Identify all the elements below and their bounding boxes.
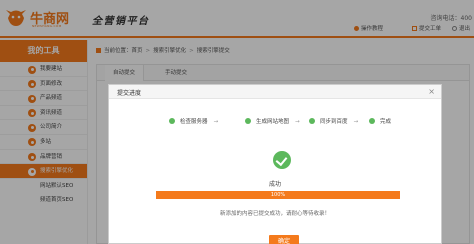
status-text: 成功	[268, 181, 281, 188]
check-dot-icon	[245, 118, 251, 124]
close-icon[interactable]: ×	[428, 87, 435, 97]
progress-bar: 100%	[156, 191, 400, 199]
arrow-right-icon: →	[353, 119, 359, 125]
progress-dialog: 提交进度 × 检查服务器 → 生成网站地图 → 同步到百度 → 完成 成功 100% …	[108, 84, 442, 244]
arrow-right-icon: →	[295, 119, 300, 125]
step-complete: 完成	[369, 117, 391, 125]
arrow-right-icon: →	[213, 119, 219, 125]
confirm-button[interactable]: 确定	[269, 235, 299, 244]
dialog-title: 提交进度	[117, 90, 142, 97]
step-baidu-sync: 同步到百度 →	[309, 117, 358, 125]
success-check-icon	[273, 151, 291, 169]
step-sitemap: 生成网站地图 →	[245, 117, 300, 125]
check-dot-icon	[309, 118, 315, 124]
check-dot-icon	[369, 118, 375, 124]
dialog-header: 提交进度 ×	[109, 85, 441, 99]
result-note: 新添加的内容已提交成功，请耐心等待收录！	[219, 211, 330, 217]
step-check-server: 检查服务器 →	[169, 117, 218, 125]
progress-label: 100%	[270, 192, 286, 198]
step-indicator: 检查服务器 → 生成网站地图 → 同步到百度 → 完成	[169, 117, 429, 129]
check-dot-icon	[169, 118, 175, 124]
